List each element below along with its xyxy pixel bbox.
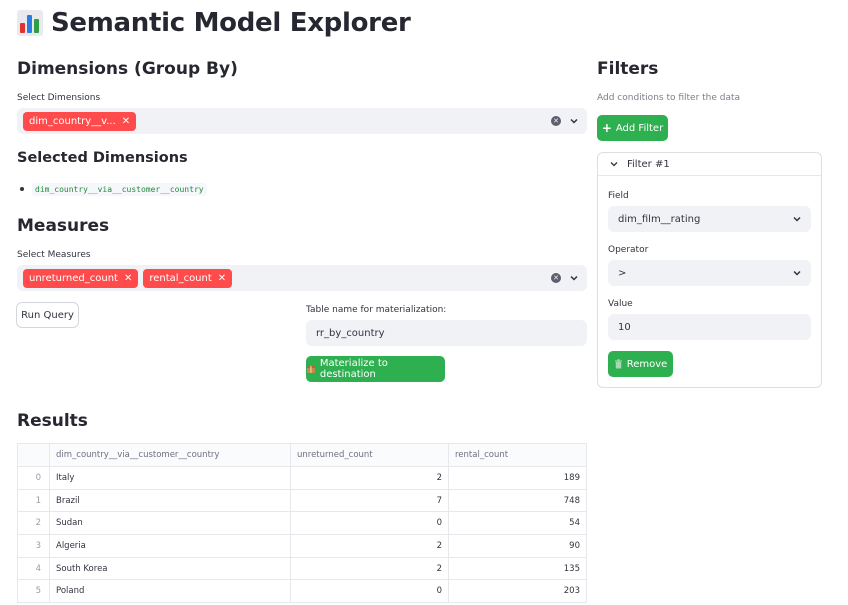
measures-multiselect[interactable]: unreturned_count ✕ rental_count ✕ ✕ <box>17 265 587 291</box>
field-select[interactable]: dim_film__rating <box>608 206 811 232</box>
country-cell[interactable]: Poland <box>49 579 291 604</box>
rental-column-header[interactable]: rental_count <box>448 443 587 467</box>
country-cell[interactable]: South Korea <box>49 556 291 581</box>
run-query-button[interactable]: Run Query <box>16 302 79 328</box>
filter-title: Filter #1 <box>627 158 670 170</box>
unreturned-cell[interactable]: 2 <box>290 556 449 581</box>
row-index-cell[interactable]: 0 <box>17 466 50 490</box>
operator-label: Operator <box>608 245 649 255</box>
unreturned-column-header[interactable]: unreturned_count <box>290 443 449 467</box>
operator-select-value: > <box>618 267 627 279</box>
row-index-cell[interactable]: 3 <box>17 534 50 558</box>
rental-cell[interactable]: 203 <box>448 579 587 604</box>
filter-panel: Filter #1 Field dim_film__rating Operato… <box>597 152 822 388</box>
dimensions-heading: Dimensions (Group By) <box>17 59 238 79</box>
country-cell[interactable]: Brazil <box>49 488 291 513</box>
filters-caption: Add conditions to filter the data <box>597 93 741 103</box>
results-heading: Results <box>17 411 88 431</box>
package-icon <box>306 366 315 373</box>
table-name-label: Table name for materialization: <box>306 305 447 315</box>
dimension-tag[interactable]: dim_country__v... ✕ <box>23 111 137 131</box>
rental-cell[interactable]: 135 <box>448 556 587 581</box>
select-dimensions-label: Select Dimensions <box>17 93 101 103</box>
rental-cell[interactable]: 90 <box>448 534 587 558</box>
table-row[interactable]: 2 Sudan 0 54 <box>17 511 587 536</box>
clear-all-icon[interactable]: ✕ <box>551 116 561 126</box>
unreturned-cell[interactable]: 2 <box>290 466 449 490</box>
table-row[interactable]: 1 Brazil 7 748 <box>17 488 587 513</box>
add-filter-label: Add Filter <box>615 122 664 134</box>
table-row[interactable]: 0 Italy 2 189 <box>17 466 587 490</box>
dimensions-multiselect[interactable]: dim_country__v... ✕ ✕ <box>17 108 587 134</box>
selected-dimension-item: dim_country__via__customer__country <box>32 183 207 196</box>
country-cell[interactable]: Sudan <box>49 511 291 536</box>
bar-chart-icon <box>17 10 43 36</box>
measure-tag-label: unreturned_count <box>29 272 118 284</box>
table-row[interactable]: 5 Poland 0 203 <box>17 579 587 604</box>
results-table: dim_country__via__customer__country unre… <box>17 443 587 604</box>
selected-dimensions-heading: Selected Dimensions <box>17 150 188 166</box>
filters-heading: Filters <box>597 59 659 79</box>
materialize-button[interactable]: Materialize to destination <box>306 356 445 382</box>
remove-tag-icon[interactable]: ✕ <box>218 273 226 284</box>
add-filter-button[interactable]: + Add Filter <box>597 115 668 141</box>
row-index-cell[interactable]: 2 <box>17 511 50 536</box>
unreturned-cell[interactable]: 0 <box>290 579 449 604</box>
remove-tag-icon[interactable]: ✕ <box>122 116 130 127</box>
page-title: Semantic Model Explorer <box>51 8 411 38</box>
list-bullet <box>20 187 24 191</box>
table-row[interactable]: 3 Algeria 2 90 <box>17 534 587 558</box>
rental-cell[interactable]: 748 <box>448 488 587 513</box>
page-header: Semantic Model Explorer <box>17 5 411 41</box>
chevron-down-icon[interactable] <box>569 273 579 283</box>
rental-cell[interactable]: 54 <box>448 511 587 536</box>
country-cell[interactable]: Italy <box>49 466 291 490</box>
select-measures-label: Select Measures <box>17 250 91 260</box>
table-header-row: dim_country__via__customer__country unre… <box>17 443 587 467</box>
unreturned-cell[interactable]: 2 <box>290 534 449 558</box>
value-input[interactable]: 10 <box>608 314 811 340</box>
row-index-cell[interactable]: 5 <box>17 579 50 604</box>
remove-tag-icon[interactable]: ✕ <box>124 273 132 284</box>
clear-all-icon[interactable]: ✕ <box>551 273 561 283</box>
measure-tag-label: rental_count <box>149 272 212 284</box>
chevron-down-icon <box>793 216 801 222</box>
measures-heading: Measures <box>17 216 110 236</box>
plus-icon: + <box>601 121 612 135</box>
row-index-cell[interactable]: 4 <box>17 556 50 581</box>
table-row[interactable]: 4 South Korea 2 135 <box>17 556 587 581</box>
table-name-input[interactable]: rr_by_country <box>306 320 587 346</box>
filter-expander-header[interactable]: Filter #1 <box>598 153 821 176</box>
chevron-down-icon <box>793 270 801 276</box>
value-label: Value <box>608 299 633 309</box>
unreturned-cell[interactable]: 0 <box>290 511 449 536</box>
rental-cell[interactable]: 189 <box>448 466 587 490</box>
chevron-down-icon <box>610 162 618 167</box>
country-cell[interactable]: Algeria <box>49 534 291 558</box>
measure-tag[interactable]: unreturned_count ✕ <box>23 268 139 288</box>
measure-tag[interactable]: rental_count ✕ <box>143 268 233 288</box>
index-column-header[interactable] <box>17 443 50 467</box>
remove-label: Remove <box>626 358 668 370</box>
trash-icon <box>614 359 622 369</box>
field-select-value: dim_film__rating <box>618 213 701 225</box>
unreturned-cell[interactable]: 7 <box>290 488 449 513</box>
remove-filter-button[interactable]: Remove <box>608 351 673 377</box>
dimension-tag-label: dim_country__v... <box>29 115 116 127</box>
field-label: Field <box>608 191 629 201</box>
chevron-down-icon[interactable] <box>569 116 579 126</box>
row-index-cell[interactable]: 1 <box>17 488 50 513</box>
materialize-label: Materialize to destination <box>319 358 388 380</box>
country-column-header[interactable]: dim_country__via__customer__country <box>49 443 291 467</box>
operator-select[interactable]: > <box>608 260 811 286</box>
